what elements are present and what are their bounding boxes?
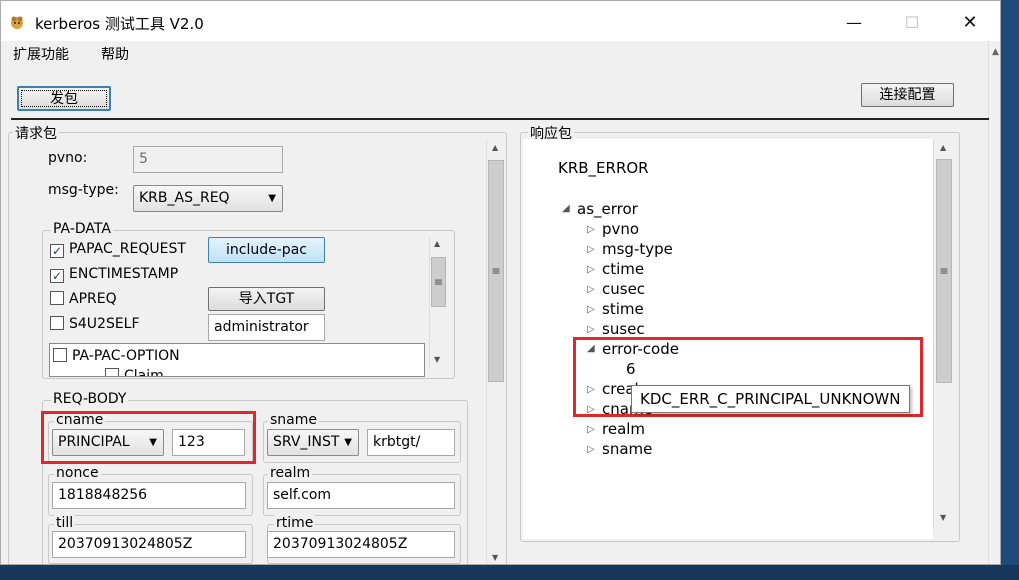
main-window: kerberos 测试工具 V2.0 — ☐ ✕ 扩展功能 帮助 ▲ 发包 连接…: [0, 0, 1001, 565]
checkbox-icon[interactable]: [50, 291, 64, 305]
scroll-thumb[interactable]: ≡: [936, 159, 952, 383]
scroll-up-arrow-icon[interactable]: ▲: [940, 143, 946, 152]
scroll-up-arrow-icon[interactable]: ▲: [992, 47, 999, 57]
window-scrollbar[interactable]: ▲: [988, 41, 1000, 564]
chevron-down-icon: ▼: [344, 437, 352, 448]
cname-highlight: [41, 411, 256, 464]
checkbox-icon[interactable]: [105, 368, 119, 376]
rtime-field[interactable]: 20370913024805Z: [267, 531, 455, 558]
menu-help[interactable]: 帮助: [101, 44, 129, 64]
checkbox-papac-request[interactable]: ✓ PAPAC_REQUEST: [50, 239, 186, 259]
tree-node[interactable]: pvno: [602, 220, 639, 238]
desktop-background: [0, 565, 1019, 580]
title-bar: kerberos 测试工具 V2.0 — ☐ ✕: [1, 1, 1000, 41]
scroll-up-arrow-icon[interactable]: ▲: [434, 239, 440, 248]
pa-data-label: PA-DATA: [51, 221, 113, 237]
maximize-button[interactable]: ☐: [889, 9, 935, 37]
tree-node[interactable]: susec: [602, 320, 645, 338]
menu-bar: 扩展功能 帮助: [1, 41, 991, 65]
scroll-down-arrow-icon[interactable]: ▼: [492, 553, 498, 562]
grip-icon: ≡: [491, 264, 501, 278]
scroll-thumb[interactable]: ≡: [431, 257, 446, 307]
till-field[interactable]: 20370913024805Z: [52, 531, 246, 558]
scroll-down-arrow-icon[interactable]: ▼: [434, 355, 440, 364]
realm-label-text: realm: [268, 465, 313, 481]
response-title: KRB_ERROR: [558, 159, 649, 177]
tree-node[interactable]: cusec: [602, 280, 645, 298]
msg-type-label: msg-type:: [48, 182, 119, 198]
sname-label: sname: [268, 412, 319, 428]
request-scrollbar[interactable]: ▲ ≡ ▼: [486, 139, 505, 564]
pvno-label: pvno:: [48, 150, 88, 166]
pvno-field[interactable]: 5: [133, 146, 283, 173]
grip-icon: ≡: [433, 275, 444, 289]
pa-pac-option-box: PA-PAC-OPTION Claim: [49, 343, 425, 377]
app-icon: [11, 16, 23, 29]
tree-node[interactable]: stime: [602, 300, 644, 318]
error-tooltip: KDC_ERR_C_PRINCIPAL_UNKNOWN: [631, 385, 910, 413]
request-group-label: 请求包: [13, 123, 59, 143]
send-button[interactable]: 发包: [17, 86, 111, 111]
include-pac-button[interactable]: include-pac: [208, 237, 325, 263]
checkbox-pa-pac-option[interactable]: PA-PAC-OPTION: [53, 346, 180, 366]
tree-collapsed-icon[interactable]: ▷: [587, 264, 595, 275]
tree-collapsed-icon[interactable]: ▷: [587, 304, 595, 315]
checkbox-icon[interactable]: [53, 348, 67, 362]
scroll-up-arrow-icon[interactable]: ▲: [492, 143, 498, 152]
close-button[interactable]: ✕: [947, 9, 993, 37]
nonce-field[interactable]: 1818848256: [52, 482, 246, 509]
menu-extensions[interactable]: 扩展功能: [13, 44, 69, 64]
msg-type-value: KRB_AS_REQ: [139, 190, 230, 206]
checkbox-s4u2self[interactable]: S4U2SELF: [50, 314, 140, 334]
sname-field[interactable]: krbtgt/: [367, 429, 455, 456]
sname-type-select[interactable]: SRV_INST ▼: [267, 429, 359, 456]
realm-field[interactable]: self.com: [267, 482, 455, 509]
grip-icon: ≡: [939, 264, 949, 278]
tree-node-root[interactable]: as_error: [577, 200, 638, 218]
checkbox-enctimestamp[interactable]: ✓ ENCTIMESTAMP: [50, 264, 178, 284]
tree-collapsed-icon[interactable]: ▷: [587, 424, 595, 435]
minimize-button[interactable]: —: [831, 9, 877, 37]
import-tgt-button[interactable]: 导入TGT: [208, 287, 325, 311]
tree-collapsed-icon[interactable]: ▷: [587, 244, 595, 255]
scroll-down-arrow-icon[interactable]: ▼: [940, 513, 946, 522]
window-title: kerberos 测试工具 V2.0: [35, 15, 204, 33]
pa-data-scrollbar[interactable]: ▲ ≡ ▼: [429, 237, 447, 369]
scroll-thumb[interactable]: ≡: [488, 160, 504, 382]
tree-collapsed-icon[interactable]: ▷: [587, 284, 595, 295]
rtime-label: rtime: [274, 515, 316, 531]
tree-expanded-icon[interactable]: ◢: [562, 203, 570, 214]
msg-type-select[interactable]: KRB_AS_REQ ▼: [133, 185, 283, 212]
tree-node[interactable]: sname: [602, 440, 652, 458]
s4u-user-field[interactable]: administrator: [208, 314, 325, 341]
response-scrollbar[interactable]: ▲ ≡ ▼: [933, 139, 953, 529]
req-body-label: REQ-BODY: [51, 391, 129, 407]
tree-collapsed-icon[interactable]: ▷: [587, 444, 595, 455]
tree-node[interactable]: ctime: [602, 260, 644, 278]
divider: [11, 118, 989, 120]
checkbox-icon[interactable]: ✓: [50, 269, 64, 283]
chevron-down-icon: ▼: [268, 193, 276, 204]
connection-config-button[interactable]: 连接配置: [861, 83, 954, 107]
checkbox-icon[interactable]: [50, 316, 64, 330]
checkbox-icon[interactable]: ✓: [50, 244, 64, 258]
nonce-label: nonce: [54, 465, 101, 481]
till-label: till: [54, 515, 76, 531]
tree-collapsed-icon[interactable]: ▷: [587, 324, 595, 335]
tree-node[interactable]: realm: [602, 420, 645, 438]
checkbox-apreq[interactable]: APREQ: [50, 289, 117, 309]
tree-collapsed-icon[interactable]: ▷: [587, 224, 595, 235]
tree-node[interactable]: msg-type: [602, 240, 673, 258]
checkbox-claim[interactable]: Claim: [105, 366, 164, 376]
